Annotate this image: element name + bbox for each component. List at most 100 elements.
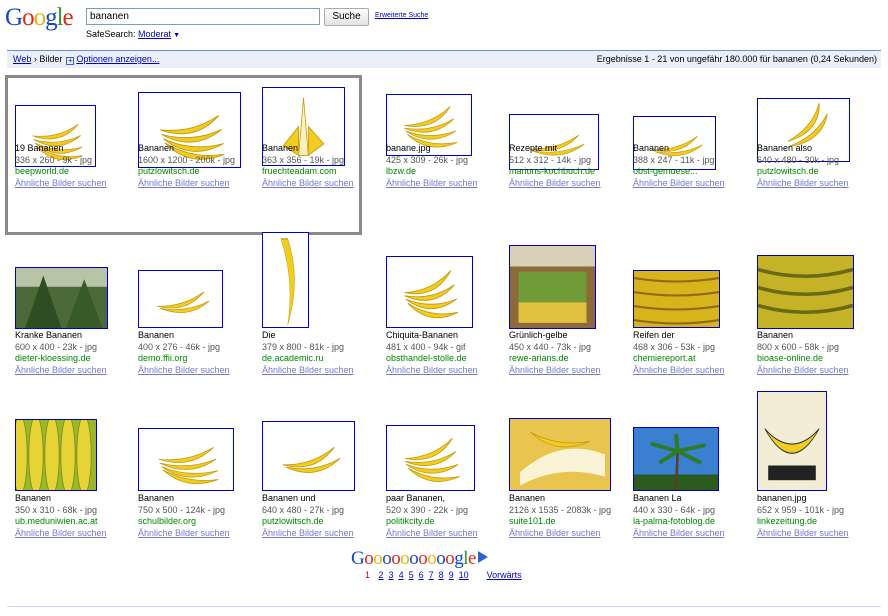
result-meta: 800 x 600 - 58k - jpg: [757, 341, 840, 352]
similar-images-link[interactable]: Ähnliche Bilder suchen: [757, 528, 849, 538]
similar-images-link[interactable]: Ähnliche Bilder suchen: [757, 178, 849, 188]
result-site[interactable]: obsthandel-stolle.de: [386, 353, 467, 363]
result-site[interactable]: lbzw.de: [386, 166, 416, 176]
result-site[interactable]: beepworld.de: [15, 166, 69, 176]
result-site[interactable]: de.academic.ru: [262, 353, 324, 363]
pager-logo: Goooooooooogle: [351, 549, 488, 569]
result-site[interactable]: linkezeitung.de: [757, 516, 817, 526]
result-thumbnail[interactable]: [386, 256, 473, 328]
thumbnail-image: [634, 428, 718, 490]
result-site[interactable]: demo.ffii.org: [138, 353, 187, 363]
result-title: paar Bananen,: [386, 493, 446, 503]
page-link[interactable]: 10: [459, 570, 469, 580]
similar-images-link[interactable]: Ähnliche Bilder suchen: [509, 365, 601, 375]
result-meta: 1600 x 1200 - 200k - jpg: [138, 154, 236, 165]
result-thumbnail[interactable]: [262, 421, 355, 491]
result-caption: Grünlich-gelbe 450 x 440 - 73k - jpg rewe-…: [509, 330, 633, 376]
safesearch: SafeSearch: Moderat ▼: [86, 29, 180, 39]
result-site[interactable]: suite101.de: [509, 516, 556, 526]
similar-images-link[interactable]: Ähnliche Bilder suchen: [262, 178, 354, 188]
page-link[interactable]: 9: [449, 570, 454, 580]
similar-images-link[interactable]: Ähnliche Bilder suchen: [262, 528, 354, 538]
result-thumbnail[interactable]: [15, 267, 108, 329]
page-link[interactable]: 3: [389, 570, 394, 580]
result-caption: Bananen 350 x 310 - 68k - jpg ub.meduniwie…: [15, 493, 139, 539]
similar-images-link[interactable]: Ähnliche Bilder suchen: [509, 178, 601, 188]
result-site[interactable]: putzlowitsch.de: [262, 516, 324, 526]
similar-images-link[interactable]: Ähnliche Bilder suchen: [262, 365, 354, 375]
result-site[interactable]: dieter-kloessing.de: [15, 353, 91, 363]
result-thumbnail[interactable]: [633, 427, 719, 491]
page-link[interactable]: 8: [439, 570, 444, 580]
logo-letter: G: [5, 4, 23, 31]
result-site[interactable]: putzlowitsch.de: [757, 166, 819, 176]
similar-images-link[interactable]: Ähnliche Bilder suchen: [633, 178, 725, 188]
show-options-link[interactable]: Optionen anzeigen...: [76, 54, 159, 64]
result-thumbnail[interactable]: [15, 419, 97, 491]
result-caption: Bananen 800 x 600 - 58k - jpg bioase-onlin…: [757, 330, 881, 376]
page-link[interactable]: 2: [379, 570, 384, 580]
page-link[interactable]: 5: [409, 570, 414, 580]
result-thumbnail[interactable]: [138, 270, 223, 328]
search-input[interactable]: [86, 8, 320, 25]
result-thumbnail[interactable]: [509, 245, 596, 329]
result-site[interactable]: marions-kochbuch.de: [509, 166, 595, 176]
result-site[interactable]: chemiereport.at: [633, 353, 696, 363]
similar-images-link[interactable]: Ähnliche Bilder suchen: [138, 528, 230, 538]
similar-images-link[interactable]: Ähnliche Bilder suchen: [386, 365, 478, 375]
safesearch-dropdown[interactable]: Moderat: [138, 29, 171, 39]
result-site[interactable]: rewe-arians.de: [509, 353, 569, 363]
result-title: Bananen: [138, 143, 175, 153]
thumbnail-image: [510, 246, 595, 328]
result-thumbnail[interactable]: [633, 270, 720, 328]
result-meta: 750 x 500 - 124k - jpg: [138, 504, 226, 515]
page-link[interactable]: 4: [399, 570, 404, 580]
similar-images-link[interactable]: Ähnliche Bilder suchen: [15, 528, 107, 538]
search-button[interactable]: Suche: [324, 8, 369, 26]
next-page-link[interactable]: Vorwärts: [487, 570, 522, 580]
result-site[interactable]: bioase-online.de: [757, 353, 823, 363]
similar-images-link[interactable]: Ähnliche Bilder suchen: [633, 365, 725, 375]
result-site[interactable]: schulbilder.org: [138, 516, 196, 526]
web-link[interactable]: Web: [13, 54, 31, 64]
plus-icon[interactable]: +: [66, 57, 75, 65]
pagination: 1 2 3 4 5 6 7 8 9 10 Vorwärts: [365, 570, 522, 580]
similar-images-link[interactable]: Ähnliche Bilder suchen: [15, 178, 107, 188]
result-site[interactable]: fruechteadam.com: [262, 166, 337, 176]
thumbnail-image: [16, 268, 107, 328]
chevron-down-icon[interactable]: ▼: [173, 32, 180, 39]
result-site[interactable]: la-palma-fotoblog.de: [633, 516, 715, 526]
page-link[interactable]: 7: [429, 570, 434, 580]
pager-letter: o: [427, 548, 437, 569]
similar-images-link[interactable]: Ähnliche Bilder suchen: [15, 365, 107, 375]
similar-images-link[interactable]: Ähnliche Bilder suchen: [386, 528, 478, 538]
google-logo[interactable]: Google: [5, 4, 74, 32]
result-thumbnail[interactable]: [757, 255, 854, 329]
result-site[interactable]: putzlowitsch.de: [138, 166, 200, 176]
result-site[interactable]: ub.meduniwien.ac.at: [15, 516, 98, 526]
result-meta: 450 x 440 - 73k - jpg: [509, 341, 592, 352]
result-thumbnail[interactable]: [262, 232, 309, 328]
result-caption: Bananen 750 x 500 - 124k - jpg schulbilder…: [138, 493, 262, 539]
pager-letter: e: [468, 548, 476, 569]
result-thumbnail[interactable]: [386, 425, 475, 491]
result-thumbnail[interactable]: [757, 391, 827, 491]
advanced-search-link[interactable]: Erweiterte Suche: [375, 12, 428, 19]
result-site[interactable]: politikcity.de: [386, 516, 434, 526]
next-arrow-icon[interactable]: [477, 551, 488, 563]
similar-images-link[interactable]: Ähnliche Bilder suchen: [757, 365, 849, 375]
similar-images-link[interactable]: Ähnliche Bilder suchen: [386, 178, 478, 188]
result-thumbnail[interactable]: [138, 428, 234, 491]
pager-letter: g: [454, 548, 464, 569]
similar-images-link[interactable]: Ähnliche Bilder suchen: [138, 365, 230, 375]
page-link[interactable]: 6: [419, 570, 424, 580]
page-current: 1: [365, 570, 371, 580]
result-title: Bananen: [138, 330, 175, 340]
result-caption: banane.jpg 425 x 309 - 26k - jpg lbzw.de Äh…: [386, 143, 510, 189]
similar-images-link[interactable]: Ähnliche Bilder suchen: [509, 528, 601, 538]
thumbnail-image: [139, 429, 233, 490]
similar-images-link[interactable]: Ähnliche Bilder suchen: [633, 528, 725, 538]
result-site[interactable]: obst-gemuese...: [633, 166, 698, 176]
similar-images-link[interactable]: Ähnliche Bilder suchen: [138, 178, 230, 188]
result-thumbnail[interactable]: [509, 418, 611, 491]
